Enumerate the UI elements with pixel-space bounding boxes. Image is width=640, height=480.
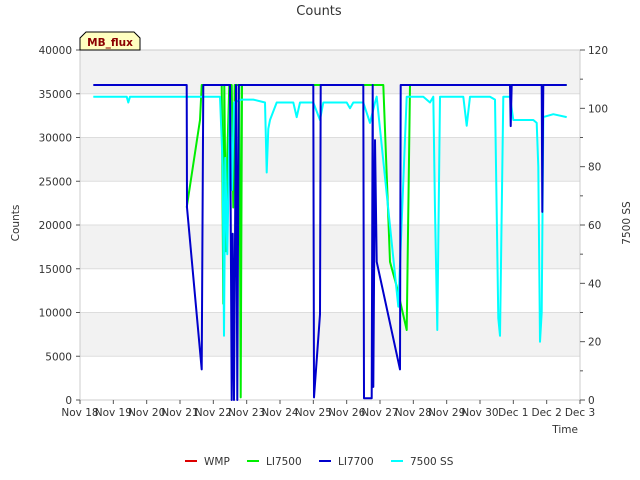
y2-tick-label: 60 [588,220,601,232]
y-tick-label: 0 [65,395,72,407]
x-tick-label: Dec 2 [531,407,561,419]
plot-band [80,225,580,269]
y2-tick-label: 20 [588,337,601,349]
x-tick-label: Nov 22 [195,407,232,419]
x-axis-label: Time [551,424,578,436]
y-tick-label: 25000 [39,176,72,188]
y2-tick-label: 80 [588,162,601,174]
y-tick-label: 15000 [39,264,72,276]
y2-tick-label: 0 [588,395,595,407]
x-tick-label: Nov 24 [261,407,299,419]
y-axis-label: Counts [10,205,22,242]
x-tick-label: Nov 26 [328,407,366,419]
y-tick-label: 35000 [39,89,72,101]
plot-band [80,137,580,182]
x-tick-label: Nov 29 [428,407,465,419]
y2-axis-ticks: 0 20 40 60 80 100 120 [580,45,608,407]
legend-label: WMP [204,456,230,468]
x-tick-label: Nov 19 [95,407,132,419]
y-axis-ticks: 0 5000 10000 15000 20000 25000 30000 35000 40000 [39,45,80,407]
legend-label: LI7500 [266,456,302,468]
y-tick-label: 10000 [39,308,72,320]
tag-badge: MB_flux [79,31,141,51]
x-axis-ticks: Nov 18Nov 19Nov 20Nov 21Nov 22Nov 23Nov … [61,400,595,419]
series-line-7500-ss [93,95,567,343]
legend-label: LI7700 [338,456,374,468]
y2-axis-label: 7500 SS [621,201,633,245]
x-tick-label: Nov 30 [461,407,498,419]
x-tick-label: Dec 1 [498,407,528,419]
y2-tick-label: 120 [588,45,608,57]
y-tick-label: 5000 [45,351,72,363]
y-tick-label: 20000 [39,220,72,232]
chart-svg: Counts 0 5000 10000 15000 20000 25000 30000 350… [10,4,633,468]
y-tick-label: 30000 [39,133,72,145]
x-tick-label: Nov 25 [295,407,332,419]
x-tick-label: Nov 18 [61,407,98,419]
x-tick-label: Nov 20 [128,407,165,419]
chart-title: Counts [296,4,342,19]
y-tick-label: 40000 [39,45,72,57]
y2-tick-label: 40 [588,278,601,290]
x-tick-label: Nov 27 [361,407,398,419]
x-tick-label: Nov 23 [228,407,265,419]
legend-label: 7500 SS [410,456,454,468]
legend: WMP LI7500 LI7700 7500 SS [185,456,454,468]
y2-tick-label: 100 [588,103,608,115]
x-tick-label: Nov 21 [161,407,198,419]
plot-band [80,312,580,357]
plot-band [80,50,580,94]
tag-badge-text: MB_flux [87,37,133,49]
x-tick-label: Nov 28 [395,407,432,419]
x-tick-label: Dec 3 [565,407,595,419]
